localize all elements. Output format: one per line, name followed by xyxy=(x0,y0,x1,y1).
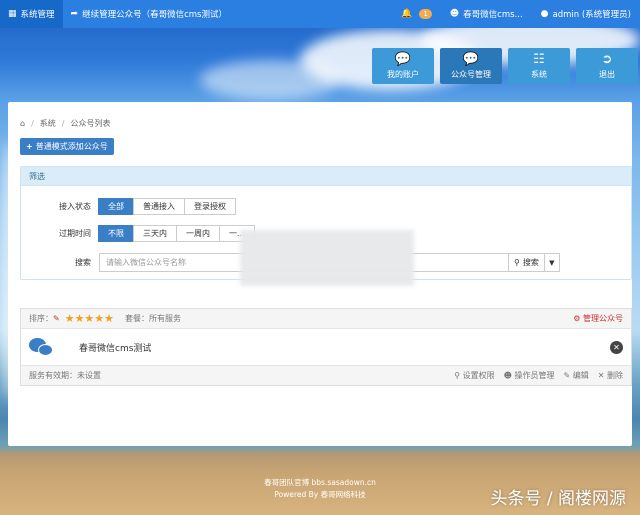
plus-icon: + xyxy=(26,142,33,151)
access-status-label: 接入状态 xyxy=(59,202,91,211)
bell-icon: 🔔 xyxy=(401,9,413,19)
sort-label: 排序： xyxy=(29,314,53,323)
quick-tiles: 💬 我的账户 💬 公众号管理 ☷ 系统 ➲ 退出 xyxy=(372,48,638,84)
access-option-normal[interactable]: 普通接入 xyxy=(133,198,185,215)
remove-icon[interactable]: ✕ xyxy=(610,340,623,354)
tile-label: 我的账户 xyxy=(387,69,419,79)
notification-button[interactable]: 🔔 1 xyxy=(392,0,441,28)
tile-system[interactable]: ☷ 系统 xyxy=(508,48,570,84)
wechat-icon xyxy=(29,337,55,357)
add-account-button[interactable]: + 普通模式添加公众号 xyxy=(20,138,114,155)
set-permission-link[interactable]: ⚲ 设置权限 xyxy=(454,370,494,381)
account-card: 排序： ✎ ★★★★★ 套餐：所有服务 ⚙ 管理公众号 春哥微信cms测试 ✕ … xyxy=(20,308,632,386)
account-card-body: 春哥微信cms测试 ✕ xyxy=(21,329,631,365)
breadcrumb-separator: / xyxy=(61,119,65,128)
sitemap-icon: ☷ xyxy=(533,51,545,67)
pin-icon[interactable]: ✎ xyxy=(53,314,60,323)
delete-label: 删除 xyxy=(607,371,623,380)
breadcrumb-item-list: 公众号列表 xyxy=(70,119,111,128)
access-status-group: 全部 普通接入 登录授权 xyxy=(98,198,236,215)
account-name[interactable]: 春哥微信cms测试 xyxy=(79,341,151,354)
edit-label: 编辑 xyxy=(572,371,589,380)
tile-label: 公众号管理 xyxy=(451,69,491,79)
logout-icon: ➲ xyxy=(601,51,613,67)
home-icon[interactable]: ⌂ xyxy=(20,119,25,128)
operator-mgmt-link[interactable]: ☻ 操作员管理 xyxy=(504,370,555,381)
operator-mgmt-label: 操作员管理 xyxy=(514,371,555,380)
users-icon: ☻ xyxy=(449,9,460,19)
key-icon: ⚲ xyxy=(454,371,463,380)
search-label: 搜索 xyxy=(75,258,91,267)
redacted-overlay xyxy=(240,230,414,286)
manage-account-link[interactable]: ⚙ 管理公众号 xyxy=(573,313,623,324)
continue-mgmt-nav[interactable]: ➦ 继续管理公众号（春哥微信cms测试） xyxy=(63,0,235,28)
gear-icon: ⚙ xyxy=(573,314,581,323)
top-navbar: ▦ 系统管理 ➦ 继续管理公众号（春哥微信cms测试） 🔔 1 ☻ 春哥微信cm… xyxy=(0,0,640,28)
account-card-footer: 服务有效期：未设置 ⚲ 设置权限 ☻ 操作员管理 ✎ 编辑 ✕ 删除 xyxy=(21,365,631,385)
access-option-all[interactable]: 全部 xyxy=(98,198,134,215)
tile-logout[interactable]: ➲ 退出 xyxy=(576,48,638,84)
user-menu-label: admin (系统管理员) xyxy=(552,10,631,20)
search-icon: ⚲ xyxy=(514,258,520,267)
chat-icon: 💬 xyxy=(394,51,412,67)
notification-badge: 1 xyxy=(419,9,432,19)
breadcrumb-item-system[interactable]: 系统 xyxy=(40,118,56,129)
set-permission-label: 设置权限 xyxy=(462,371,495,380)
expire-time-row: 过期时间 不限 三天内 一周内 一... xyxy=(21,225,255,242)
delete-link[interactable]: ✕ 删除 xyxy=(598,370,623,381)
wechat-bubble-small xyxy=(38,344,53,356)
background-cloud xyxy=(200,60,340,100)
expire-time-label: 过期时间 xyxy=(59,229,91,238)
access-status-row: 接入状态 全部 普通接入 登录授权 xyxy=(21,198,236,215)
manage-account-label: 管理公众号 xyxy=(583,314,623,323)
close-icon: ✕ xyxy=(597,371,607,380)
system-mgmt-nav[interactable]: ▦ 系统管理 xyxy=(0,0,63,28)
caret-down-icon: ▼ xyxy=(549,258,555,267)
expire-option-3days[interactable]: 三天内 xyxy=(133,225,177,242)
share-arrow-icon: ➦ xyxy=(70,9,79,19)
expire-option-any[interactable]: 不限 xyxy=(98,225,134,242)
account-switcher[interactable]: ☻ 春哥微信cms... xyxy=(441,0,532,28)
chat-icon: 💬 xyxy=(462,51,480,67)
tile-my-account[interactable]: 💬 我的账户 xyxy=(372,48,434,84)
system-mgmt-label: 系统管理 xyxy=(20,10,55,20)
account-actions: ⚲ 设置权限 ☻ 操作员管理 ✎ 编辑 ✕ 删除 xyxy=(454,370,623,381)
edit-icon: ✎ xyxy=(563,371,573,380)
breadcrumb-separator: / xyxy=(31,119,34,128)
user-icon: ● xyxy=(540,9,549,19)
package-label: 套餐：所有服务 xyxy=(125,314,182,323)
grid-icon: ▦ xyxy=(8,9,17,19)
expire-option-1week[interactable]: 一周内 xyxy=(176,225,220,242)
rating-stars[interactable]: ★★★★★ xyxy=(65,312,114,325)
account-card-header: 排序： ✎ ★★★★★ 套餐：所有服务 ⚙ 管理公众号 xyxy=(21,309,631,329)
search-button[interactable]: ⚲ 搜索 xyxy=(508,253,545,272)
watermark: 头条号 / 阁楼网源 xyxy=(490,489,626,509)
access-option-oauth[interactable]: 登录授权 xyxy=(184,198,236,215)
search-dropdown-toggle[interactable]: ▼ xyxy=(543,253,560,272)
tile-account-mgmt[interactable]: 💬 公众号管理 xyxy=(440,48,502,84)
breadcrumb: ⌂ / 系统 / 公众号列表 xyxy=(20,118,110,129)
add-account-label: 普通模式添加公众号 xyxy=(35,142,108,151)
continue-mgmt-label: 继续管理公众号（春哥微信cms测试） xyxy=(82,10,227,20)
account-switcher-label: 春哥微信cms... xyxy=(463,10,523,20)
edit-link[interactable]: ✎ 编辑 xyxy=(564,370,589,381)
service-validity: 服务有效期：未设置 xyxy=(29,371,101,380)
users-icon: ☻ xyxy=(503,371,515,380)
search-button-label: 搜索 xyxy=(522,258,539,267)
tile-label: 退出 xyxy=(599,69,615,79)
expire-time-group: 不限 三天内 一周内 一... xyxy=(98,225,255,242)
tile-label: 系统 xyxy=(531,69,547,79)
user-menu[interactable]: ● admin (系统管理员) xyxy=(532,0,640,28)
filter-title: 筛选 xyxy=(21,167,631,186)
